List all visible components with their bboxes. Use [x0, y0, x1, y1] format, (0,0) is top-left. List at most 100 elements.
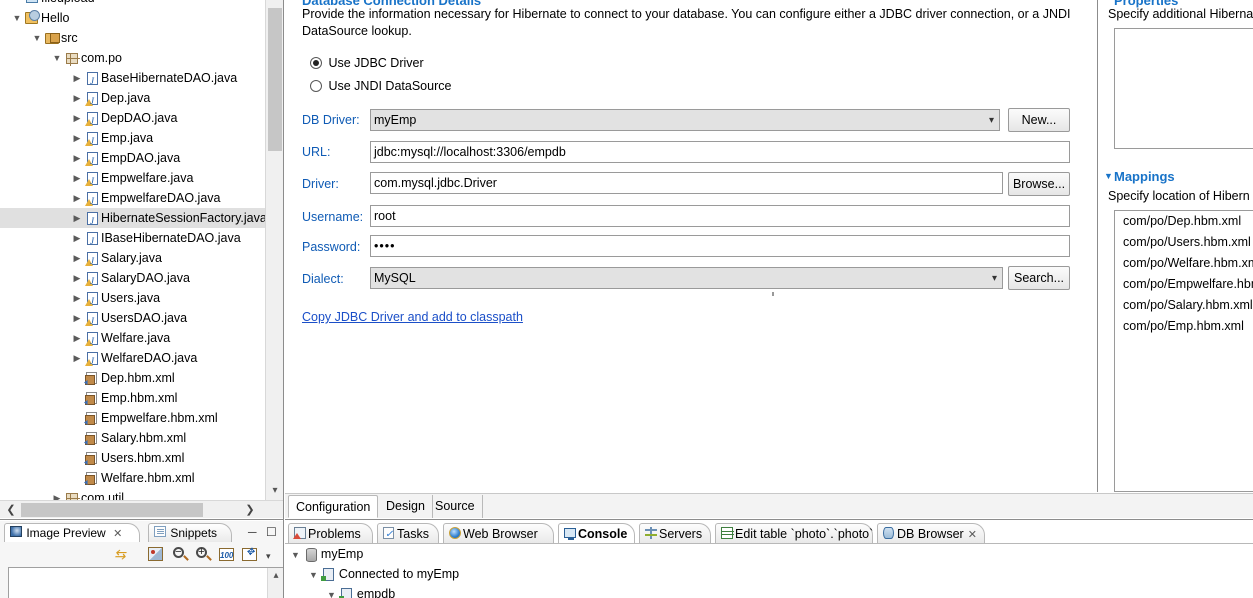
tree-item-hibernatesessionfactory-java[interactable]: ▶ HibernateSessionFactory.java: [0, 208, 265, 231]
chevron-right-icon[interactable]: ▶: [70, 228, 84, 248]
tree-item-salary-hbm-xml[interactable]: Salary.hbm.xml: [0, 428, 265, 448]
tree-item-com-util[interactable]: ▶ com.util: [0, 488, 265, 500]
chevron-down-icon[interactable]: ▼: [30, 28, 44, 48]
mapping-list-item[interactable]: com/po/Salary.hbm.xml: [1115, 295, 1253, 316]
tab-source[interactable]: Source: [428, 495, 483, 518]
image-preview-scroll-up-icon[interactable]: ▴: [268, 570, 284, 581]
image-preview-view[interactable]: Image Preview ✕ Snippets ─ ☐ ⇆ − + 100 ▾…: [0, 521, 283, 598]
chevron-right-icon[interactable]: ▶: [70, 208, 84, 228]
tab-configuration[interactable]: Configuration: [288, 495, 379, 518]
url-input[interactable]: jdbc:mysql://localhost:3306/empdb: [370, 141, 1070, 163]
radio-jdbc-indicator[interactable]: [310, 57, 322, 69]
tree-item-usersdao-java[interactable]: ▶ UsersDAO.java: [0, 308, 265, 331]
zoom-in-icon[interactable]: +: [194, 546, 212, 563]
tree-item-emp-hbm-xml[interactable]: Emp.hbm.xml: [0, 388, 265, 408]
maximize-icon[interactable]: ☐: [266, 525, 279, 539]
chevron-down-icon[interactable]: ▼: [309, 570, 318, 580]
chevron-down-icon[interactable]: ▾: [992, 268, 997, 289]
tab-console[interactable]: Console: [558, 523, 635, 543]
tab-edit-table-photo-photo[interactable]: Edit table `photo`.`photo`: [715, 523, 873, 543]
username-input[interactable]: root: [370, 205, 1070, 227]
radio-use-jndi-datasource[interactable]: Use JNDI DataSource: [310, 79, 451, 93]
tab-design[interactable]: Design: [379, 495, 433, 518]
chevron-right-icon[interactable]: ▶: [70, 308, 84, 328]
explorer-scroll-right-icon[interactable]: ❯: [241, 501, 259, 518]
tree-item-src[interactable]: ▼ src: [0, 28, 265, 48]
panel-divider-bottom[interactable]: [285, 519, 1253, 520]
mapping-list-item[interactable]: com/po/Users.hbm.xml: [1115, 232, 1253, 253]
console-tree-item-connected-to-myemp[interactable]: ▼ Connected to myEmp: [285, 564, 1253, 584]
explorer-scroll-left-icon[interactable]: ❮: [2, 501, 20, 518]
minimize-icon[interactable]: ─: [248, 525, 261, 539]
chevron-down-icon[interactable]: ▼: [50, 48, 64, 68]
chevron-right-icon[interactable]: ▶: [50, 488, 64, 500]
chevron-down-icon[interactable]: ▼: [10, 8, 24, 28]
image-preview-scrollbar[interactable]: ▴: [267, 568, 283, 598]
package-explorer-view[interactable]: fileupload ▼ Hello ▼ src ▼ com.po ▶ BaseHibernat…: [0, 0, 283, 518]
tree-item-welfare-hbm-xml[interactable]: Welfare.hbm.xml: [0, 468, 265, 488]
dialect-combo[interactable]: MySQL ▾: [370, 267, 1003, 289]
tree-item-empwelfare-java[interactable]: ▶ Empwelfare.java: [0, 168, 265, 191]
mapping-list-item[interactable]: com/po/Emp.hbm.xml: [1115, 316, 1253, 337]
mapping-list-item[interactable]: com/po/Dep.hbm.xml: [1115, 211, 1253, 232]
tree-item-users-java[interactable]: ▶ Users.java: [0, 288, 265, 311]
tab-servers[interactable]: Servers: [639, 523, 711, 543]
tree-item-users-hbm-xml[interactable]: Users.hbm.xml: [0, 448, 265, 468]
panel-divider-bottom-left[interactable]: [0, 519, 283, 520]
tree-item-salarydao-java[interactable]: ▶ SalaryDAO.java: [0, 268, 265, 291]
mapping-list-item[interactable]: com/po/Welfare.hbm.xml: [1115, 253, 1253, 274]
chevron-down-icon[interactable]: ▼: [291, 550, 300, 560]
chevron-right-icon[interactable]: ▶: [70, 168, 84, 188]
tree-item-com-po[interactable]: ▼ com.po: [0, 48, 265, 68]
package-explorer-tree[interactable]: fileupload ▼ Hello ▼ src ▼ com.po ▶ BaseHibernat…: [0, 0, 265, 500]
tab-tasks[interactable]: Tasks: [377, 523, 439, 545]
tab-snippets[interactable]: Snippets: [148, 523, 232, 542]
tab-image-preview[interactable]: Image Preview ✕: [4, 523, 140, 542]
chevron-right-icon[interactable]: ▶: [70, 348, 84, 368]
zoom-out-icon[interactable]: −: [171, 546, 189, 563]
chevron-down-icon[interactable]: ▼: [327, 590, 336, 598]
console-tree-item-empdb[interactable]: ▼ empdb: [285, 584, 1253, 598]
explorer-vertical-scroll-thumb[interactable]: [268, 8, 282, 151]
chevron-right-icon[interactable]: ▶: [70, 68, 84, 88]
tree-item-empwelfaredao-java[interactable]: ▶ EmpwelfareDAO.java: [0, 188, 265, 211]
close-icon[interactable]: ✕: [968, 525, 977, 545]
tree-item-welfaredao-java[interactable]: ▶ WelfareDAO.java: [0, 348, 265, 371]
chevron-right-icon[interactable]: ▶: [70, 128, 84, 148]
browse-button[interactable]: Browse...: [1008, 172, 1070, 196]
tree-item-emp-java[interactable]: ▶ Emp.java: [0, 128, 265, 151]
explorer-horizontal-scroll-thumb[interactable]: [21, 503, 203, 517]
password-input[interactable]: ••••: [370, 235, 1070, 257]
radio-use-jdbc-driver[interactable]: Use JDBC Driver: [310, 56, 424, 70]
zoom-100-icon[interactable]: 100: [218, 546, 236, 563]
tree-item-hello[interactable]: ▼ Hello: [0, 8, 265, 28]
refresh-icon[interactable]: ⇆: [114, 546, 132, 563]
view-menu-icon[interactable]: ▾: [266, 551, 275, 561]
tree-item-empdao-java[interactable]: ▶ EmpDAO.java: [0, 148, 265, 171]
copy-jdbc-driver-link[interactable]: Copy JDBC Driver and add to classpath: [302, 310, 523, 324]
new-button[interactable]: New...: [1008, 108, 1070, 132]
chevron-right-icon[interactable]: ▶: [70, 268, 84, 288]
tree-item-depdao-java[interactable]: ▶ DepDAO.java: [0, 108, 265, 131]
chevron-right-icon[interactable]: ▶: [70, 328, 84, 348]
console-tree-item-myemp[interactable]: ▼ myEmp: [285, 544, 1253, 564]
panel-divider-left[interactable]: [283, 0, 284, 598]
mappings-list[interactable]: com/po/Dep.hbm.xml com/po/Users.hbm.xml co…: [1114, 210, 1253, 492]
db-driver-combo[interactable]: myEmp ▾: [370, 109, 1000, 131]
tree-item-empwelfare-hbm-xml[interactable]: Empwelfare.hbm.xml: [0, 408, 265, 428]
radio-jndi-indicator[interactable]: [310, 80, 322, 92]
tab-web-browser[interactable]: Web Browser: [443, 523, 554, 543]
explorer-scroll-down-icon[interactable]: ▾: [266, 482, 283, 500]
driver-input[interactable]: com.mysql.jdbc.Driver: [370, 172, 1003, 194]
chevron-right-icon[interactable]: ▶: [70, 288, 84, 308]
explorer-vertical-scrollbar[interactable]: ▾: [265, 0, 283, 500]
mapping-list-item[interactable]: com/po/Empwelfare.hbm.xml: [1115, 274, 1253, 295]
chevron-down-icon[interactable]: ▾: [989, 110, 994, 131]
close-icon[interactable]: ✕: [113, 525, 122, 544]
tree-item-fileupload[interactable]: fileupload: [0, 0, 265, 8]
tree-item-welfare-java[interactable]: ▶ Welfare.java: [0, 328, 265, 351]
tree-item-salary-java[interactable]: ▶ Salary.java: [0, 248, 265, 271]
chevron-down-icon[interactable]: ▼: [1104, 171, 1113, 181]
console-content[interactable]: ▼ myEmp ▼ Connected to myEmp ▼ empdb: [285, 543, 1253, 598]
chevron-right-icon[interactable]: ▶: [70, 188, 84, 208]
